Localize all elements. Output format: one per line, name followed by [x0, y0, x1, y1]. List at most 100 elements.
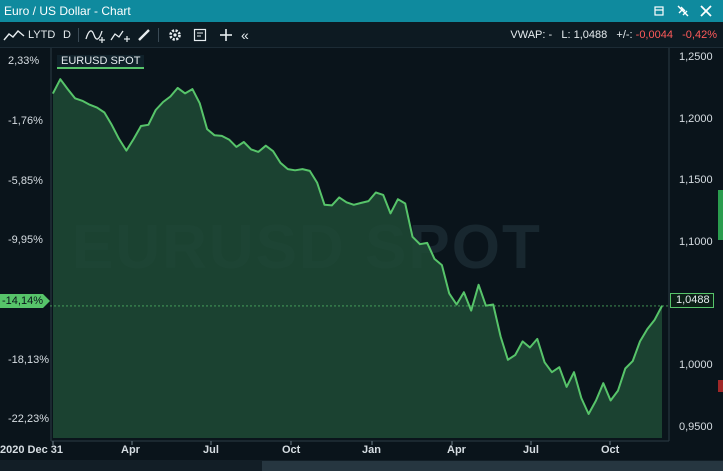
data-point — [580, 397, 582, 399]
x-tick-label: Jan — [362, 444, 381, 456]
y-tick-right: 1,2500 — [679, 51, 713, 64]
x-tick-label: Oct — [282, 444, 301, 456]
y-tick-left: -1,76% — [8, 115, 43, 127]
y-tick-left: 2,33% — [8, 55, 40, 67]
data-point — [345, 201, 348, 203]
data-point — [103, 111, 105, 114]
data-point — [360, 202, 362, 204]
data-point — [235, 146, 238, 148]
data-point — [521, 340, 524, 342]
data-point — [661, 305, 663, 307]
data-point — [243, 141, 245, 143]
data-point — [199, 102, 201, 104]
x-tick-label: Jul — [523, 444, 539, 456]
data-point — [558, 366, 560, 368]
data-point — [463, 291, 465, 293]
data-point — [544, 361, 546, 363]
x-tick-label: 2020 Dec 31 — [0, 444, 63, 456]
data-point — [382, 194, 384, 196]
price-chart[interactable] — [0, 0, 723, 471]
data-point — [595, 399, 597, 402]
data-point — [331, 204, 333, 206]
data-point — [250, 148, 252, 150]
data-point — [221, 135, 223, 137]
data-point — [367, 200, 370, 202]
data-point — [536, 338, 538, 340]
y-tick-left: -5,85% — [8, 175, 43, 187]
x-tick-label: Oct — [601, 444, 620, 456]
data-point — [654, 319, 656, 321]
data-point — [213, 134, 216, 136]
data-point — [426, 242, 428, 244]
data-point — [632, 360, 634, 362]
data-point — [602, 382, 604, 384]
data-point — [191, 88, 194, 90]
data-point — [551, 371, 553, 373]
data-point — [272, 150, 274, 152]
data-point — [301, 168, 304, 170]
data-point — [624, 367, 626, 370]
x-tick-label: Jul — [203, 444, 219, 456]
data-point — [404, 202, 406, 205]
instrument-tag[interactable]: EURUSD SPOT — [57, 55, 145, 69]
data-point — [81, 100, 83, 102]
data-point — [96, 106, 98, 109]
data-point — [279, 162, 282, 164]
data-point — [147, 124, 149, 126]
area-fill — [53, 79, 662, 438]
side-panel-tab-alert[interactable] — [718, 380, 723, 392]
y-tick-left: -9,95% — [8, 234, 43, 246]
data-point — [529, 346, 531, 349]
y-tick-right: 1,1500 — [679, 174, 713, 187]
data-point — [617, 390, 619, 392]
data-point — [162, 101, 164, 103]
data-point — [323, 204, 326, 206]
data-point — [573, 371, 575, 373]
data-point — [566, 386, 568, 388]
data-point — [169, 95, 171, 98]
y-tick-right: 1,1000 — [679, 235, 713, 248]
data-point — [74, 97, 76, 99]
current-percent-tag: -14,14% — [0, 294, 50, 308]
data-point — [265, 145, 267, 147]
current-price-tag: 1,0488 — [670, 293, 714, 308]
data-point — [133, 138, 135, 140]
data-point — [257, 151, 260, 153]
data-point — [419, 243, 421, 245]
side-panel-tab[interactable] — [718, 190, 723, 240]
data-point — [140, 125, 142, 127]
data-point — [610, 399, 612, 402]
data-point — [118, 138, 120, 140]
data-point — [111, 124, 113, 126]
data-point — [639, 340, 641, 342]
data-point — [294, 169, 296, 171]
data-point — [309, 170, 311, 172]
data-point — [470, 310, 472, 312]
data-point — [397, 198, 399, 200]
data-point — [507, 359, 509, 361]
data-point — [206, 128, 208, 130]
y-tick-right: 1,2000 — [679, 112, 713, 125]
data-point — [67, 88, 69, 90]
data-point — [455, 303, 458, 306]
data-point — [184, 92, 186, 94]
data-point — [588, 413, 590, 415]
data-point — [477, 284, 480, 286]
y-tick-right: 0,9500 — [679, 420, 713, 433]
x-tick-label: Apr — [121, 444, 140, 456]
data-point — [499, 335, 502, 338]
data-point — [287, 168, 289, 170]
data-point — [375, 191, 377, 194]
data-point — [646, 328, 648, 330]
data-point — [389, 212, 392, 214]
data-point — [52, 92, 54, 94]
x-tick-label: Apr — [447, 444, 466, 456]
data-point — [59, 78, 61, 80]
data-point — [155, 109, 157, 111]
y-tick-left: -22,23% — [8, 413, 49, 425]
data-point — [228, 138, 230, 141]
scrollbar-thumb[interactable] — [262, 461, 723, 471]
data-point — [338, 196, 340, 198]
y-tick-right: 1,0000 — [679, 359, 713, 371]
data-point — [177, 87, 179, 89]
